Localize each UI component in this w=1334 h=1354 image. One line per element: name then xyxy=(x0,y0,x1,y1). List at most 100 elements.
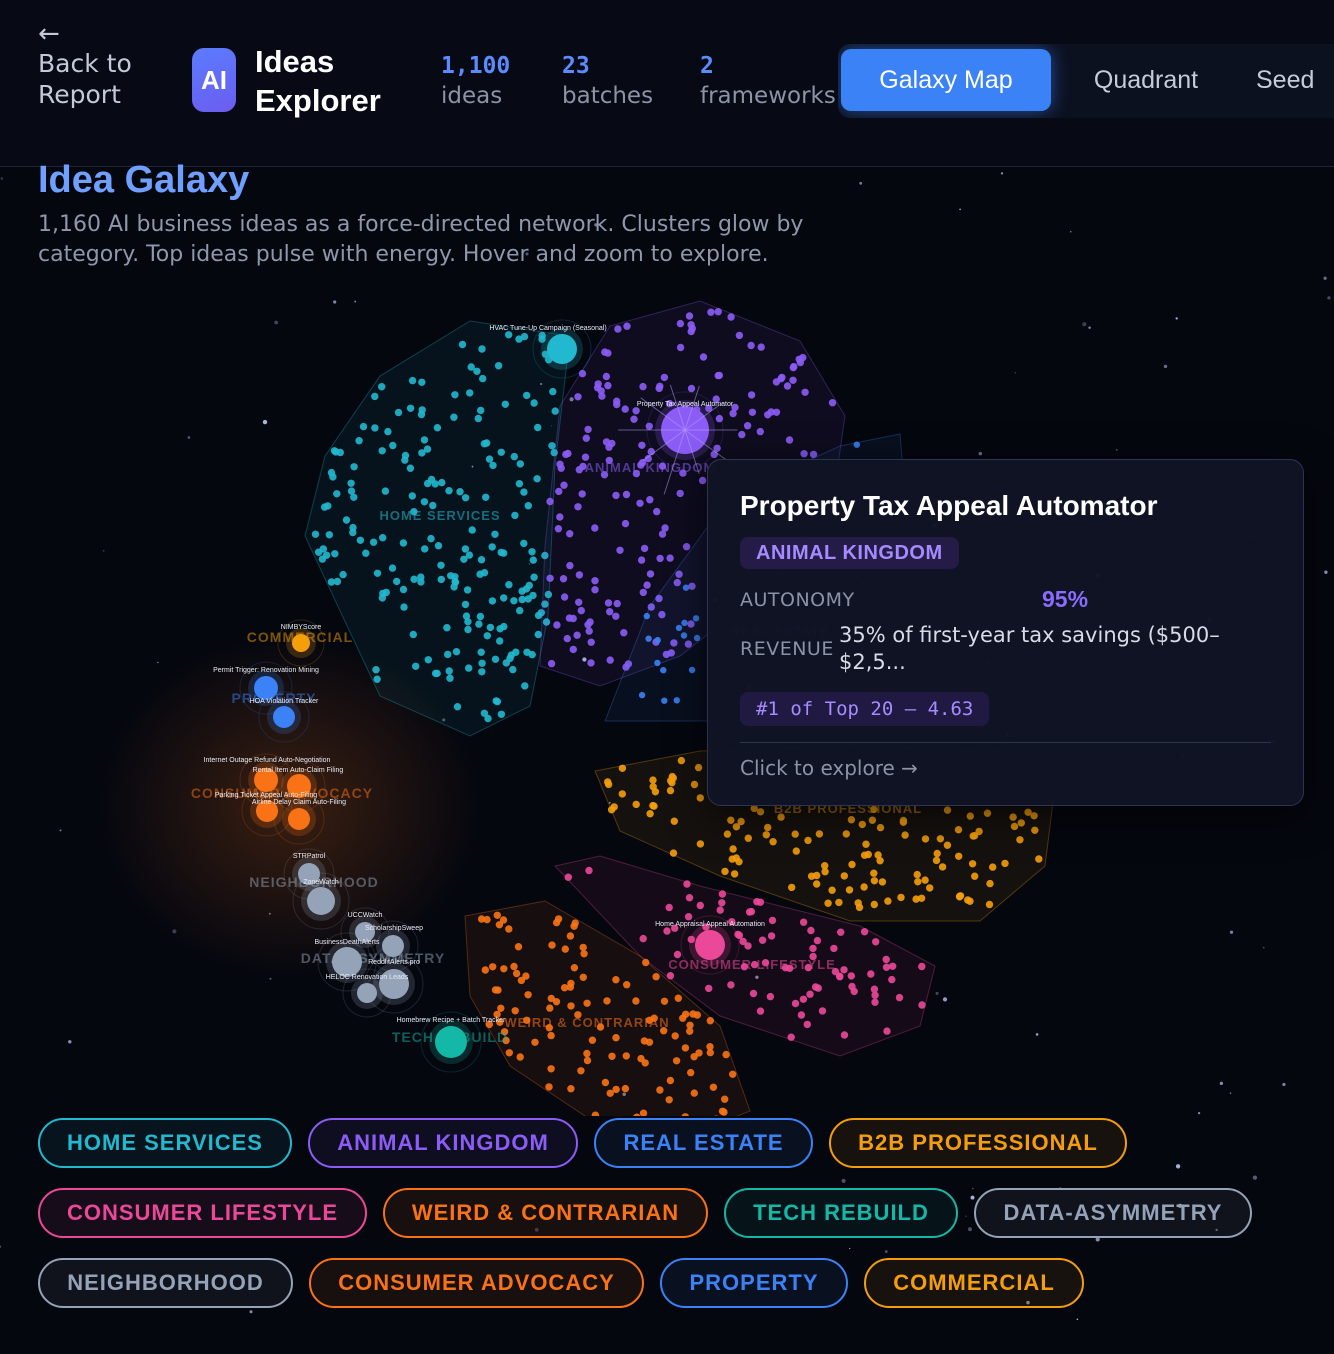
b-b-professional-idea-node xyxy=(897,893,905,902)
consumer-lifestyle-idea-node xyxy=(811,983,820,991)
home-services-idea-node xyxy=(500,622,508,631)
home-services-idea-node xyxy=(458,340,467,349)
home-services-idea-node xyxy=(452,648,461,656)
consumer-lifestyle-idea-node xyxy=(766,992,775,1001)
tooltip-explore-link[interactable]: Click to explore → xyxy=(740,756,918,780)
b-b-professional-idea-node xyxy=(730,870,739,878)
home-services-idea-node xyxy=(424,656,432,664)
legend-chip-weird-contrarian[interactable]: WEIRD & CONTRARIAN xyxy=(383,1188,708,1238)
animal-kingdom-idea-node xyxy=(578,369,587,378)
animal-kingdom-idea-node xyxy=(777,375,785,383)
home-services-idea-node xyxy=(491,655,500,663)
weird-contrarian-idea-node xyxy=(709,1083,718,1091)
b-b-professional-idea-node xyxy=(938,863,947,871)
b-b-professional-idea-node xyxy=(862,840,870,848)
animal-kingdom-idea-node xyxy=(640,544,649,553)
home-services-idea-node xyxy=(420,498,429,506)
animal-kingdom-idea-node xyxy=(747,391,756,399)
weird-contrarian-idea-node xyxy=(547,1065,555,1073)
b-b-professional-idea-node xyxy=(632,800,640,809)
home-services-idea-node xyxy=(371,392,379,401)
tooltip-autonomy-value: 95% xyxy=(1042,586,1089,612)
weird-contrarian-idea-node xyxy=(660,997,669,1005)
weird-contrarian-idea-node xyxy=(623,981,631,989)
b-b-professional-idea-node xyxy=(878,878,887,886)
back-to-report-link[interactable]: ← Back to Report xyxy=(38,20,148,110)
animal-kingdom-idea-node xyxy=(559,575,568,583)
home-services-idea-node xyxy=(465,664,473,672)
legend-chip-b2b-professional[interactable]: B2B PROFESSIONAL xyxy=(829,1118,1127,1168)
animal-kingdom-idea-node xyxy=(612,491,620,500)
animal-kingdom-idea-node xyxy=(699,353,708,361)
stat-batches-label: batches xyxy=(562,83,654,109)
b-b-professional-idea-node xyxy=(989,863,997,871)
home-services-idea-node xyxy=(355,437,363,445)
home-services-idea-node xyxy=(461,545,470,553)
tab-quadrant[interactable]: Quadrant xyxy=(1051,49,1241,111)
animal-kingdom-idea-node xyxy=(547,659,556,668)
b-b-professional-idea-node xyxy=(921,835,930,843)
animal-kingdom-idea-node xyxy=(566,530,574,538)
b-b-professional-idea-node xyxy=(966,812,974,820)
star xyxy=(972,1187,974,1190)
legend-chip-property[interactable]: PROPERTY xyxy=(660,1258,848,1308)
legend-chip-animal-kingdom[interactable]: ANIMAL KINGDOM xyxy=(308,1118,578,1168)
consumer-lifestyle-idea-node xyxy=(564,873,572,881)
home-services-idea-node xyxy=(311,530,320,538)
home-services-idea-node xyxy=(511,511,519,520)
tooltip-autonomy-label: AUTONOMY xyxy=(740,589,855,611)
home-services-idea-node xyxy=(421,545,429,553)
home-services-idea-node xyxy=(515,480,524,488)
b-b-professional-idea-node xyxy=(813,871,821,880)
tooltip-revenue-value: 35% of first-year tax savings ($500–$2,5… xyxy=(839,623,1220,674)
legend-chip-tech-rebuild[interactable]: TECH REBUILD xyxy=(724,1188,958,1238)
animal-kingdom-idea-node xyxy=(785,436,794,444)
b-b-professional-idea-node xyxy=(914,878,922,886)
tooltip-title: Property Tax Appeal Automator xyxy=(740,490,1158,521)
home-services-idea-node xyxy=(373,675,381,683)
featured-idea-label: Home Appraisal Appeal Automation xyxy=(655,921,765,928)
animal-kingdom-idea-node xyxy=(602,438,611,446)
animal-kingdom-idea-node xyxy=(622,490,631,499)
home-services-idea-node xyxy=(497,448,505,456)
tab-seed[interactable]: Seed xyxy=(1256,49,1334,111)
b-b-professional-idea-node xyxy=(1030,812,1038,820)
consumer-lifestyle-idea-node xyxy=(666,972,675,980)
real-estate-idea-node xyxy=(654,636,661,644)
real-estate-idea-node xyxy=(853,441,860,448)
legend-chip-neighborhood[interactable]: NEIGHBORHOOD xyxy=(38,1258,293,1308)
real-estate-idea-node xyxy=(638,691,646,699)
consumer-lifestyle-idea-node xyxy=(883,1027,891,1035)
home-services-idea-node xyxy=(533,475,541,483)
weird-contrarian-idea-node xyxy=(695,1049,703,1057)
home-services-idea-node xyxy=(327,578,336,586)
animal-kingdom-idea-node xyxy=(591,586,599,594)
weird-contrarian-idea-node xyxy=(645,1038,654,1046)
legend-chip-home-services[interactable]: HOME SERVICES xyxy=(38,1118,292,1168)
idea-tooltip[interactable]: Property Tax Appeal Automator ANIMAL KIN… xyxy=(707,459,1304,806)
legend-chip-data-asymmetry[interactable]: DATA-ASYMMETRY xyxy=(974,1188,1252,1238)
featured-idea-label: Airline Delay Claim Auto-Filing xyxy=(252,799,346,806)
legend-chip-consumer-advocacy[interactable]: CONSUMER ADVOCACY xyxy=(309,1258,644,1308)
consumer-lifestyle-idea-node xyxy=(791,999,800,1008)
legend-chip-consumer-lifestyle[interactable]: CONSUMER LIFESTYLE xyxy=(38,1188,367,1238)
featured-idea-node xyxy=(273,706,295,728)
home-services-idea-node xyxy=(401,456,409,464)
consumer-lifestyle-idea-node xyxy=(799,995,808,1003)
tab-galaxy-map[interactable]: Galaxy Map xyxy=(841,49,1051,111)
back-arrow-icon: ← xyxy=(38,19,60,49)
home-services-idea-node xyxy=(467,363,475,371)
home-services-idea-node xyxy=(489,461,497,470)
legend-chip-commercial[interactable]: COMMERCIAL xyxy=(864,1258,1084,1308)
animal-kingdom-idea-node xyxy=(587,638,595,646)
legend-chip-real-estate[interactable]: REAL ESTATE xyxy=(594,1118,813,1168)
weird-contrarian-idea-node xyxy=(612,976,620,984)
weird-contrarian-idea-node xyxy=(566,983,575,991)
animal-kingdom-idea-node xyxy=(800,450,808,458)
home-services-idea-node xyxy=(417,410,426,419)
animal-kingdom-idea-node xyxy=(707,308,715,316)
animal-kingdom-idea-node xyxy=(614,325,622,333)
consumer-lifestyle-idea-node xyxy=(809,944,817,953)
consumer-lifestyle-idea-node xyxy=(867,970,875,978)
weird-contrarian-idea-node xyxy=(511,1007,519,1015)
